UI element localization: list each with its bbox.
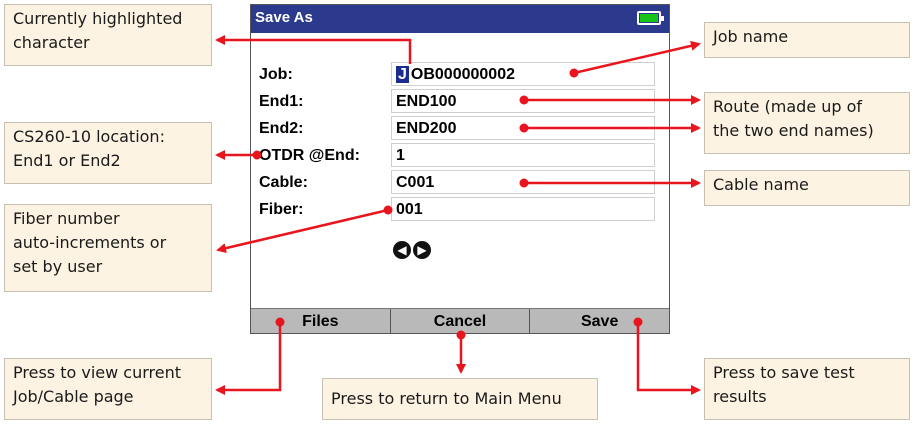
connector-files [215,322,282,395]
connector-lines [215,35,701,395]
connector-job-name [573,40,701,75]
connector-fiber [216,208,389,254]
connector-save [636,322,701,395]
connector-highlighted-character [215,35,412,64]
